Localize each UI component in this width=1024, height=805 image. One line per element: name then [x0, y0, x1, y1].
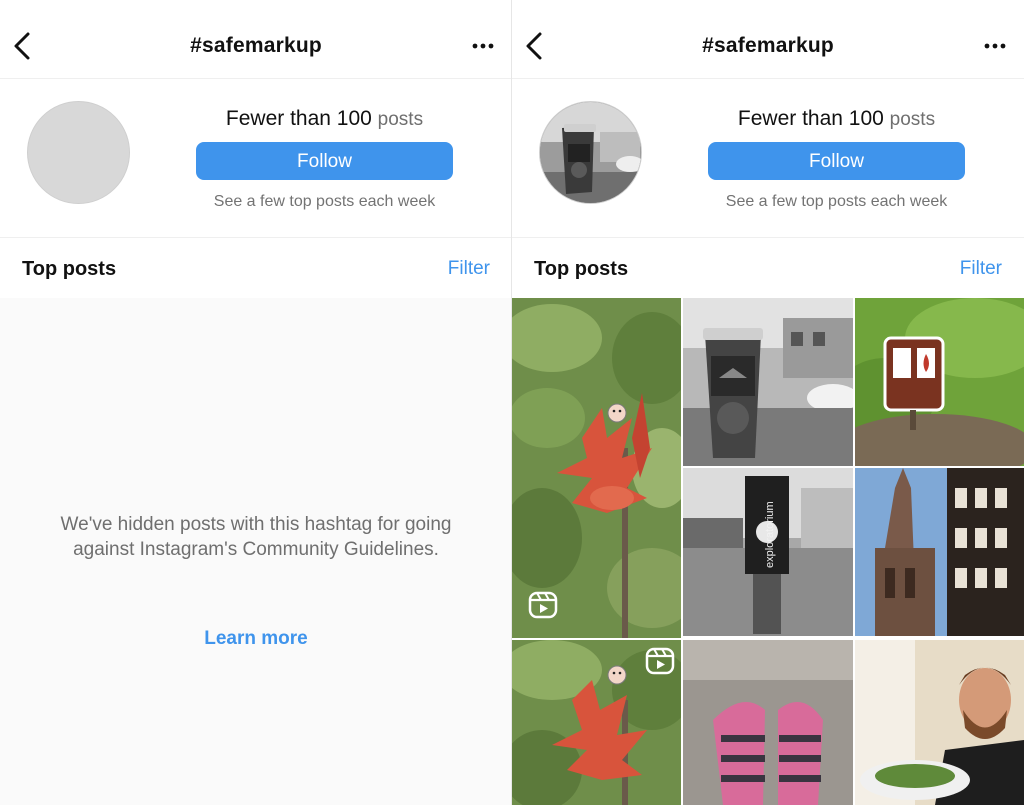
follow-subtext: See a few top posts each week	[725, 193, 948, 210]
grid-post-man-eating[interactable]	[855, 640, 1024, 805]
section-title: Top posts	[534, 258, 629, 280]
filter-button[interactable]: Filter	[960, 258, 1002, 280]
more-horizontal-icon	[984, 43, 1006, 49]
grid-post-flower-reel-2[interactable]	[512, 640, 681, 805]
follow-subtext: See a few top posts each week	[213, 193, 436, 210]
post-count: Fewer than 100 posts	[708, 107, 965, 131]
hashtag-info: Fewer than 100 posts Follow See a few to…	[512, 79, 1024, 238]
top-posts-grid: exploratorium	[512, 298, 1024, 805]
reel-icon	[528, 590, 558, 620]
filter-button[interactable]: Filter	[448, 258, 490, 280]
grid-post-socks[interactable]	[683, 640, 853, 805]
post-count-unit: posts	[377, 109, 424, 130]
grid-post-exploratorium[interactable]: exploratorium	[683, 468, 853, 636]
avatar-image	[540, 102, 641, 203]
reel-icon	[645, 646, 675, 676]
right-panel: #safemarkup Fewer than 100 posts Follow …	[512, 0, 1024, 805]
hashtag-info: Fewer than 100 posts Follow See a few to…	[0, 79, 512, 238]
grid-post-park-sign[interactable]	[855, 298, 1024, 466]
header: #safemarkup	[0, 0, 512, 79]
learn-more-link[interactable]: Learn more	[0, 628, 512, 650]
left-panel: #safemarkup Fewer than 100 posts Follow …	[0, 0, 512, 805]
hidden-message: We've hidden posts with this hashtag for…	[60, 514, 452, 560]
follow-button[interactable]: Follow	[196, 142, 453, 180]
post-count-unit: posts	[889, 109, 936, 130]
page-title: #safemarkup	[190, 34, 322, 57]
more-options-button[interactable]	[468, 36, 498, 56]
page-title: #safemarkup	[702, 34, 834, 57]
post-count-value: Fewer than 100	[225, 107, 372, 130]
grid-post-cathedral[interactable]	[855, 468, 1024, 636]
section-title: Top posts	[22, 258, 117, 280]
grid-post-flower-reel[interactable]	[512, 298, 681, 638]
more-options-button[interactable]	[980, 36, 1010, 56]
top-posts-header: Top posts Filter	[512, 238, 1024, 298]
grid-post-coffee-cup[interactable]	[683, 298, 853, 466]
hidden-posts-notice: We've hidden posts with this hashtag for…	[0, 298, 512, 805]
top-posts-header: Top posts Filter	[0, 238, 512, 298]
post-count: Fewer than 100 posts	[196, 107, 453, 131]
exploratorium-sign-text: exploratorium	[764, 501, 776, 568]
hashtag-avatar-placeholder	[27, 101, 130, 204]
follow-button[interactable]: Follow	[708, 142, 965, 180]
hashtag-avatar	[539, 101, 642, 204]
post-count-value: Fewer than 100	[737, 107, 884, 130]
header: #safemarkup	[512, 0, 1024, 79]
more-horizontal-icon	[472, 43, 494, 49]
